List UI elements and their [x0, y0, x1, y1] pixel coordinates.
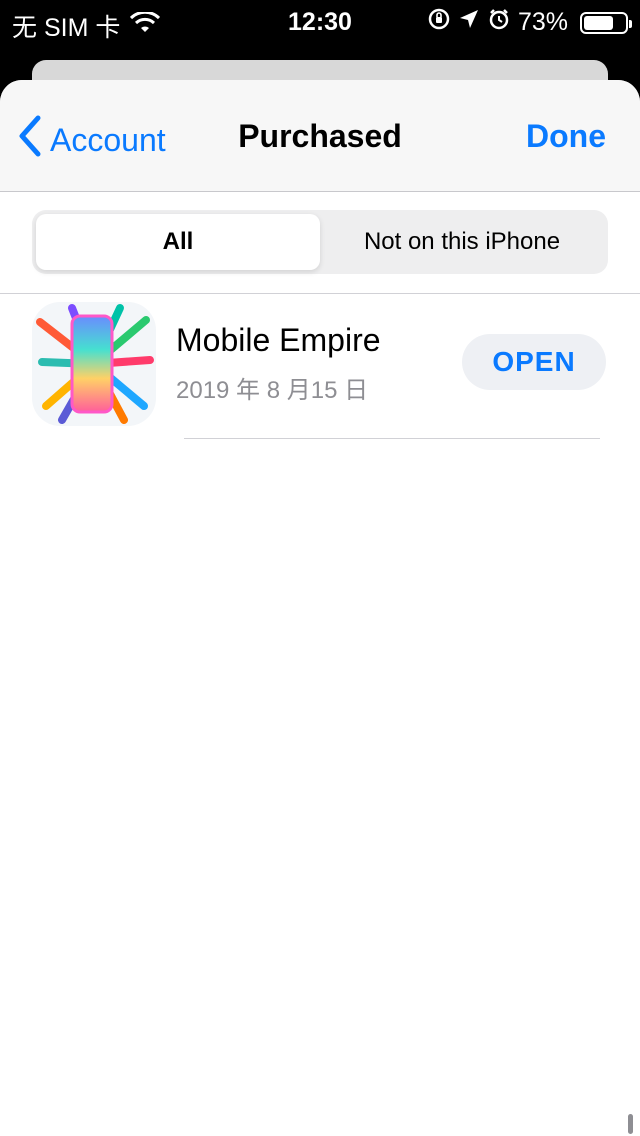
status-right: 73% [428, 8, 632, 37]
open-button[interactable]: OPEN [462, 334, 606, 390]
purchase-date: 2019 年 8 月15 日 [176, 377, 369, 404]
scroll-indicator [628, 1114, 633, 1134]
app-icon [32, 302, 156, 426]
row-divider [184, 438, 600, 439]
battery-icon [580, 11, 632, 34]
segment-not-on-iphone[interactable]: Not on this iPhone [320, 214, 604, 270]
app-name: Mobile Empire [176, 322, 381, 358]
rotation-lock-icon [428, 8, 450, 37]
location-icon [458, 8, 480, 37]
segment-section: All Not on this iPhone [0, 192, 640, 294]
segment-all[interactable]: All [36, 214, 320, 270]
purchased-sheet: Account Purchased Done All Not on this i… [0, 80, 640, 1136]
battery-percent: 73% [517, 8, 568, 36]
segmented-control: All Not on this iPhone [32, 210, 608, 274]
done-button[interactable]: Done [526, 118, 606, 155]
status-bar: 无 SIM 卡 12:30 73% [0, 0, 640, 42]
battery-fill [584, 15, 613, 30]
navigation-bar: Account Purchased Done [0, 80, 640, 192]
alarm-icon [488, 8, 510, 37]
list-item[interactable]: Mobile Empire 2019 年 8 月15 日 OPEN [0, 294, 640, 440]
